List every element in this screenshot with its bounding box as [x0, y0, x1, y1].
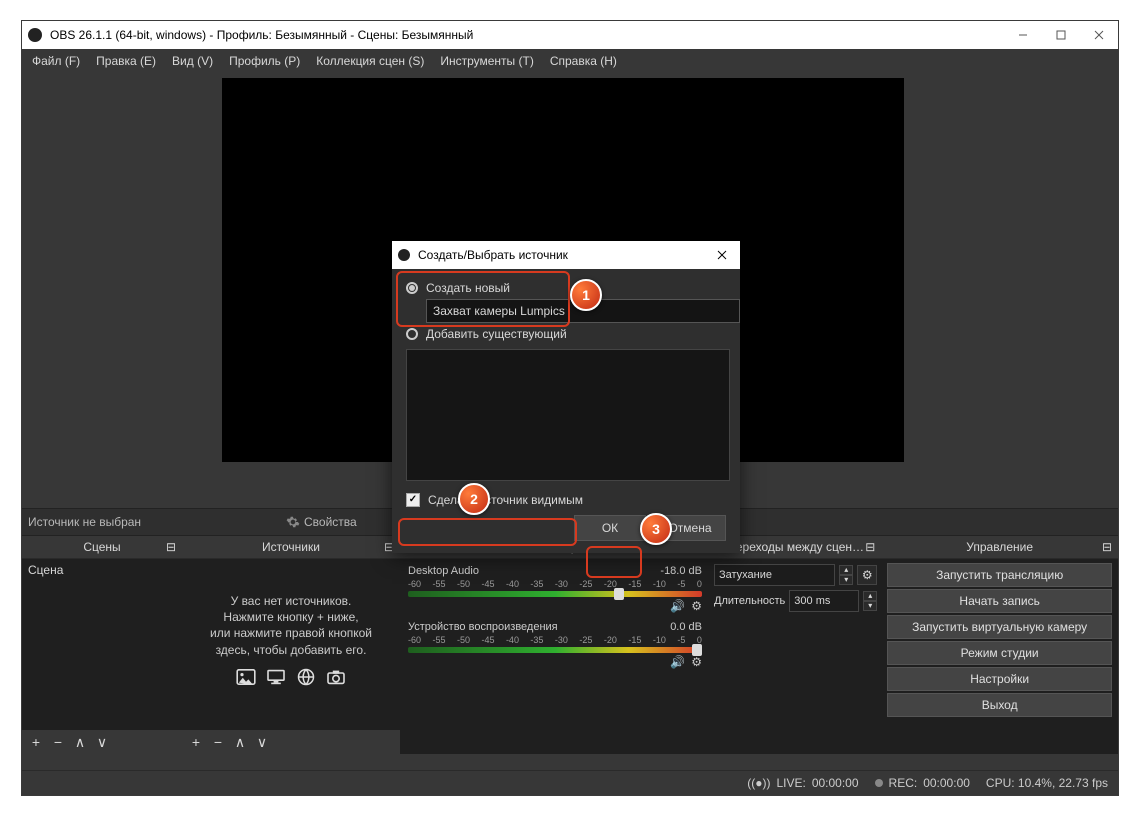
sources-empty-hint: У вас нет источников. Нажмите кнопку + н… — [182, 559, 400, 686]
source-up-button[interactable]: ∧ — [232, 734, 248, 751]
dialog-close-button[interactable] — [710, 250, 734, 260]
annotation-badge-1: 1 — [570, 279, 602, 311]
dock-transitions: Переходы между сцен…⊟ Затухание ▴▾ ⚙ Дли… — [710, 536, 881, 754]
radio-icon — [406, 328, 418, 340]
dialog-title: Создать/Выбрать источник — [418, 248, 568, 262]
menu-help[interactable]: Справка (H) — [542, 50, 625, 72]
maximize-button[interactable] — [1042, 21, 1080, 49]
hint-monitor-icon — [265, 668, 287, 686]
status-rec: REC:00:00:00 — [875, 776, 970, 790]
mixer-ch1-meter[interactable] — [408, 591, 702, 597]
minimize-button[interactable] — [1004, 21, 1042, 49]
dock-controls-header[interactable]: Управление⊟ — [881, 536, 1118, 559]
transition-duration-input[interactable]: 300 ms — [789, 590, 859, 612]
hint-image-icon — [235, 668, 257, 686]
checkbox-make-visible[interactable]: Сделать источник видимым — [406, 491, 726, 515]
menu-scenes[interactable]: Коллекция сцен (S) — [308, 50, 432, 72]
menu-tools[interactable]: Инструменты (T) — [432, 50, 541, 72]
mixer-ch1-gear-icon[interactable]: ⚙ — [691, 599, 702, 613]
dock-scenes-header[interactable]: Сцены⊟ — [22, 536, 182, 559]
scene-up-button[interactable]: ∧ — [72, 734, 88, 751]
obs-logo-icon — [28, 28, 42, 42]
properties-button[interactable]: Свойства — [286, 515, 406, 529]
mixer-ch2-speaker-icon[interactable]: 🔊 — [670, 655, 685, 669]
hint-camera-icon — [325, 668, 347, 686]
dock-sources-header[interactable]: Источники⊟ — [182, 536, 400, 559]
mixer-ch1-speaker-icon[interactable]: 🔊 — [670, 599, 685, 613]
annotation-badge-3: 3 — [640, 513, 672, 545]
status-live: ((●)) LIVE:00:00:00 — [747, 776, 858, 790]
transition-select[interactable]: Затухание — [714, 564, 835, 586]
statusbar: ((●)) LIVE:00:00:00 REC:00:00:00 CPU: 10… — [22, 770, 1118, 795]
dock-sources: Источники⊟ У вас нет источников. Нажмите… — [182, 536, 400, 754]
titlebar: OBS 26.1.1 (64-bit, windows) - Профиль: … — [22, 21, 1118, 49]
exit-button[interactable]: Выход — [887, 693, 1112, 717]
settings-button[interactable]: Настройки — [887, 667, 1112, 691]
checkbox-icon — [406, 493, 420, 507]
start-stream-button[interactable]: Запустить трансляцию — [887, 563, 1112, 587]
create-source-dialog: Создать/Выбрать источник Создать новый З… — [392, 241, 740, 553]
window-title: OBS 26.1.1 (64-bit, windows) - Профиль: … — [50, 28, 473, 42]
dock-mixer: Микшер Desktop Audio-18.0 dB -60-55-50-4… — [400, 536, 710, 754]
scene-remove-button[interactable]: − — [50, 734, 66, 750]
dialog-logo-icon — [398, 249, 410, 261]
scene-add-button[interactable]: + — [28, 734, 44, 750]
start-virtcam-button[interactable]: Запустить виртуальную камеру — [887, 615, 1112, 639]
scene-down-button[interactable]: ∨ — [94, 734, 110, 751]
dock-scenes: Сцены⊟ Сцена + − ∧ ∨ — [22, 536, 182, 754]
menu-edit[interactable]: Правка (E) — [88, 50, 164, 72]
ok-button[interactable]: ОК — [574, 515, 646, 541]
status-cpu: CPU: 10.4%, 22.73 fps — [986, 776, 1108, 790]
transition-gear-icon[interactable]: ⚙ — [857, 565, 877, 585]
transition-duration-label: Длительность — [714, 595, 785, 607]
close-button[interactable] — [1080, 21, 1118, 49]
mixer-ch1-name: Desktop Audio — [408, 565, 479, 577]
radio-add-existing[interactable]: Добавить существующий — [406, 323, 726, 345]
mixer-ch2-gear-icon[interactable]: ⚙ — [691, 655, 702, 669]
docks-row: Сцены⊟ Сцена + − ∧ ∨ Источники⊟ У вас не… — [22, 536, 1118, 754]
mixer-ch2-name: Устройство воспроизведения — [408, 621, 558, 633]
dialog-titlebar: Создать/Выбрать источник — [392, 241, 740, 269]
menu-view[interactable]: Вид (V) — [164, 50, 221, 72]
scene-item[interactable]: Сцена — [22, 559, 182, 581]
mixer-ch2-db: 0.0 dB — [670, 621, 702, 633]
transition-duration-spinner[interactable]: ▴▾ — [863, 591, 877, 611]
mixer-ch1-db: -18.0 dB — [660, 565, 702, 577]
record-dot-icon — [875, 779, 883, 787]
hint-globe-icon — [295, 668, 317, 686]
menu-file[interactable]: Файл (F) — [24, 50, 88, 72]
menubar: Файл (F) Правка (E) Вид (V) Профиль (P) … — [22, 49, 1118, 73]
obs-window: OBS 26.1.1 (64-bit, windows) - Профиль: … — [21, 20, 1119, 796]
mixer-ch2-meter[interactable] — [408, 647, 702, 653]
source-down-button[interactable]: ∨ — [254, 734, 270, 751]
start-record-button[interactable]: Начать запись — [887, 589, 1112, 613]
transition-spinner[interactable]: ▴▾ — [839, 565, 853, 585]
existing-sources-list[interactable] — [406, 349, 730, 481]
radio-icon — [406, 282, 418, 294]
radio-create-new[interactable]: Создать новый — [406, 277, 726, 299]
dock-controls: Управление⊟ Запустить трансляцию Начать … — [881, 536, 1118, 754]
menu-profile[interactable]: Профиль (P) — [221, 50, 308, 72]
source-remove-button[interactable]: − — [210, 734, 226, 750]
broadcast-icon: ((●)) — [747, 776, 770, 790]
annotation-badge-2: 2 — [458, 483, 490, 515]
studio-mode-button[interactable]: Режим студии — [887, 641, 1112, 665]
source-add-button[interactable]: + — [188, 734, 204, 750]
selection-info: Источник не выбран — [22, 515, 286, 529]
